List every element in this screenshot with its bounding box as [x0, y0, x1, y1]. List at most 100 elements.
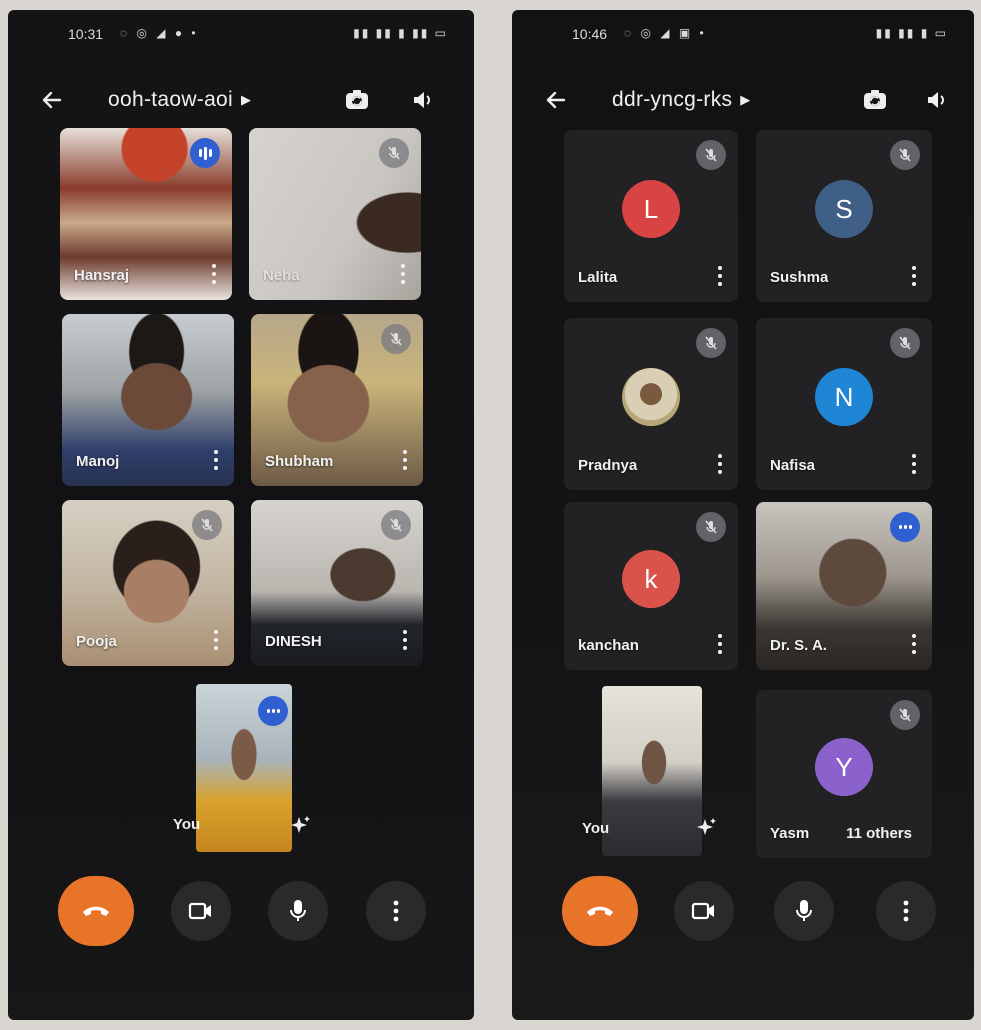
avatar: Y [815, 738, 873, 797]
end-call-icon [83, 906, 109, 916]
participant-name: Shubham [265, 453, 334, 470]
video-button[interactable] [674, 881, 734, 941]
mic-off-icon [696, 140, 726, 170]
avatar [622, 368, 680, 427]
more-vert-icon[interactable] [399, 264, 407, 284]
others-tile[interactable]: Y Yasm 11 others [756, 690, 932, 858]
mic-icon [290, 900, 306, 921]
participant-name: Sushma [770, 269, 829, 286]
participant-tile[interactable]: Hansraj [60, 128, 232, 300]
end-call-button[interactable] [58, 876, 134, 946]
video-button[interactable] [171, 881, 231, 941]
mic-off-icon [379, 138, 409, 168]
participant-name: Nafisa [770, 457, 816, 474]
more-options-button[interactable] [366, 881, 426, 941]
notification-icons: ◌ ◎ ◢ ▣ • [624, 26, 707, 40]
participant-name: Lalita [578, 269, 618, 286]
speaking-indicator-icon [190, 138, 220, 168]
participant-name: DINESH [265, 633, 322, 650]
participant-tile[interactable]: Shubham [251, 314, 423, 486]
status-bar: 10:31 ◌ ◎ ◢ ● • ▮▮ ▮▮ ▮ ▮▮ ▭ [68, 24, 448, 48]
more-vert-icon [903, 900, 909, 922]
speaking-indicator-icon [890, 512, 920, 542]
participant-tile[interactable]: Dr. S. A. [756, 502, 932, 670]
end-call-button[interactable] [562, 876, 638, 946]
participant-name: Dr. S. A. [770, 637, 827, 654]
participant-name: Yasm [770, 825, 810, 842]
mic-button[interactable] [774, 881, 834, 941]
self-label: You [582, 820, 610, 837]
participant-tile[interactable]: k kanchan [564, 502, 738, 670]
caret-right-icon: ▶ [241, 92, 252, 107]
participant-name: Pradnya [578, 457, 638, 474]
more-vert-icon[interactable] [212, 630, 220, 650]
meeting-code[interactable]: ddr-yncg-rks ▶ [612, 88, 751, 112]
more-options-button[interactable] [876, 881, 936, 941]
more-vert-icon[interactable] [210, 264, 218, 284]
participant-tile[interactable]: S Sushma [756, 130, 932, 302]
sparkle-icon[interactable] [696, 816, 718, 843]
status-time: 10:31 [68, 26, 104, 42]
mic-off-icon [381, 324, 411, 354]
status-time: 10:46 [572, 26, 608, 42]
sparkle-icon[interactable] [290, 814, 312, 841]
others-count: 11 others [846, 825, 912, 842]
participant-name: Pooja [76, 633, 117, 650]
call-screen-right: 10:46 ◌ ◎ ◢ ▣ • ▮▮ ▮▮ ▮ ▭ ddr-yncg-rks ▶ … [512, 10, 974, 1020]
call-header: ooh-taow-aoi ▶ [8, 80, 474, 120]
back-arrow-icon[interactable] [540, 84, 572, 116]
speaker-icon[interactable] [920, 83, 954, 117]
call-header: ddr-yncg-rks ▶ [512, 80, 974, 120]
participant-tile[interactable]: N Nafisa [756, 318, 932, 490]
participant-name: Manoj [76, 453, 120, 470]
more-vert-icon[interactable] [212, 450, 220, 470]
video-icon [691, 902, 714, 920]
speaking-indicator-icon [258, 696, 288, 726]
video-icon [188, 902, 211, 920]
more-vert-icon[interactable] [716, 454, 724, 474]
self-video [602, 686, 702, 856]
participant-tile[interactable]: Pooja [62, 500, 234, 666]
participant-tile[interactable]: Manoj [62, 314, 234, 486]
flip-camera-icon[interactable] [340, 83, 374, 117]
avatar: L [622, 180, 680, 239]
mic-off-icon [890, 700, 920, 730]
more-vert-icon[interactable] [716, 266, 724, 286]
flip-camera-icon[interactable] [858, 83, 892, 117]
notification-icons: ◌ ◎ ◢ ● • [120, 26, 199, 40]
speaker-icon[interactable] [406, 83, 440, 117]
more-vert-icon[interactable] [401, 450, 409, 470]
mic-off-icon [192, 510, 222, 540]
mic-off-icon [890, 140, 920, 170]
more-vert-icon[interactable] [910, 454, 918, 474]
participant-tile[interactable]: DINESH [251, 500, 423, 666]
more-vert-icon[interactable] [716, 634, 724, 654]
more-vert-icon[interactable] [401, 630, 409, 650]
meeting-code[interactable]: ooh-taow-aoi ▶ [108, 88, 251, 112]
avatar: S [815, 180, 873, 239]
mic-off-icon [696, 328, 726, 358]
more-vert-icon [393, 900, 399, 922]
more-vert-icon[interactable] [910, 266, 918, 286]
call-screen-left: 10:31 ◌ ◎ ◢ ● • ▮▮ ▮▮ ▮ ▮▮ ▭ ooh-taow-ao… [8, 10, 474, 1020]
mic-button[interactable] [268, 881, 328, 941]
status-bar: 10:46 ◌ ◎ ◢ ▣ • ▮▮ ▮▮ ▮ ▭ [572, 24, 948, 48]
caret-right-icon: ▶ [740, 92, 751, 107]
mic-icon [796, 900, 812, 921]
mic-off-icon [696, 512, 726, 542]
end-call-icon [587, 906, 613, 916]
call-controls [8, 876, 474, 956]
participant-name: Hansraj [74, 267, 130, 284]
self-view[interactable] [196, 684, 292, 852]
participant-tile[interactable]: Neha [249, 128, 421, 300]
participant-tile[interactable]: Pradnya [564, 318, 738, 490]
mic-off-icon [381, 510, 411, 540]
back-arrow-icon[interactable] [36, 84, 68, 116]
more-vert-icon[interactable] [910, 634, 918, 654]
meeting-code-text: ooh-taow-aoi [108, 88, 234, 111]
self-view[interactable] [602, 686, 702, 856]
participant-tile[interactable]: L Lalita [564, 130, 738, 302]
avatar: k [622, 550, 680, 609]
self-label: You [173, 816, 201, 833]
call-controls [512, 876, 974, 956]
